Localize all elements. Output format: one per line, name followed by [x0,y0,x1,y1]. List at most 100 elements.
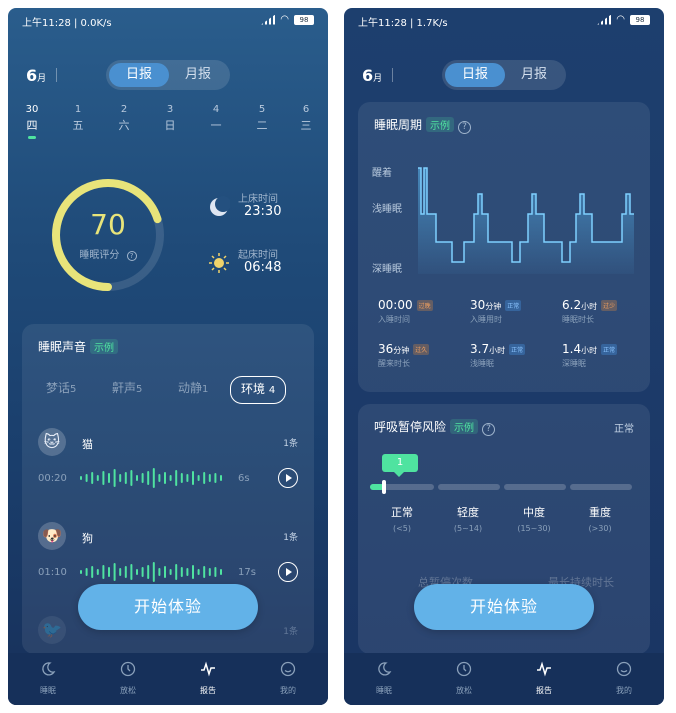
tab-daily[interactable]: 日报 [445,63,505,87]
tab-snore[interactable]: 鼾声5 [112,376,142,402]
waveform-bar [147,471,150,485]
nav-report[interactable]: 报告 [519,661,569,696]
waveform-bar [80,570,82,574]
status-time: 上午11:28 | 1.7K/s [358,18,448,29]
waveform-bar [108,567,110,577]
day-item[interactable]: 1五 [66,104,90,133]
sound-count: 1条 [283,627,298,637]
wifi-icon: ◠ [616,14,625,25]
day-item[interactable]: 30 四 [20,104,44,139]
waveform-bar [124,472,127,484]
day-item[interactable]: 4一 [204,104,228,133]
sound-timestamp: 00:20 [38,473,67,484]
tab-sleeptalk[interactable]: 梦话5 [46,376,76,402]
moon-icon [378,662,392,676]
bottom-nav: 睡眠 放松 报告 我的 [344,653,664,705]
card-title: 呼吸暂停风险 示例? [374,418,496,436]
status-badge: 正常 [509,344,526,355]
stat-awake-duration: 36分钟 过久 醒来时长 [378,342,430,368]
help-icon[interactable]: ? [482,423,496,436]
sound-tabs: 梦话5 鼾声5 动静1 环境 4 [34,376,302,404]
waveform-bar [186,474,189,482]
stat-light-sleep: 3.7小时 正常 浅睡眠 [470,342,526,368]
help-icon[interactable]: ? [458,121,472,134]
start-trial-button[interactable]: 开始体验 [414,584,594,630]
nav-mine[interactable]: 我的 [263,661,313,696]
play-button[interactable] [278,468,298,488]
day-item[interactable]: 2六 [112,104,136,133]
nav-relax[interactable]: 放松 [439,661,489,696]
pulse-icon [537,661,551,677]
risk-level-moderate: 中度 (15~30) [517,506,551,533]
tab-monthly[interactable]: 月报 [168,63,228,87]
tab-environment[interactable]: 环境 4 [230,376,287,404]
report-tabs: 日报 月报 [106,60,230,90]
waveform-bar [186,568,189,576]
waveform-bar [96,475,99,481]
sun-icon [209,253,229,273]
nav-mine[interactable]: 我的 [599,661,649,696]
waveform-bar [136,569,138,575]
waveform-bar [152,468,155,488]
tab-monthly[interactable]: 月报 [504,63,564,87]
nav-relax[interactable]: 放松 [103,661,153,696]
start-trial-button[interactable]: 开始体验 [78,584,258,630]
waveform-bar [124,566,127,578]
waveform-bar [192,471,194,485]
risk-marker [382,480,386,494]
waveform-bar [102,565,105,579]
relax-icon [456,661,472,677]
level-light: 浅睡眠 [372,204,402,215]
month-selector[interactable]: 6月 [362,66,382,85]
waveform-bar [214,567,217,577]
status-icons: ◠ 98 [597,14,650,25]
bedtime-value: 23:30 [244,204,282,219]
waveform-bar [119,474,122,482]
nav-sleep[interactable]: 睡眠 [359,661,409,696]
status-badge: 过久 [413,344,430,355]
sound-duration: 17s [238,567,256,578]
status-badge: 正常 [601,344,618,355]
cat-icon: 🐱 [38,428,66,456]
play-button[interactable] [278,562,298,582]
waveform-bar [164,472,166,484]
waveform-bar [152,562,155,582]
risk-segment [438,484,500,490]
waveform-bar [158,568,161,576]
waveform-bar [85,474,88,482]
status-icons: ◠ 98 [261,14,314,25]
report-header: 6月 日报 月报 [344,60,664,90]
day-item[interactable]: 5二 [250,104,274,133]
divider [392,68,393,82]
sound-count: 1条 [283,533,298,543]
waveform-bar [164,566,166,578]
wifi-icon: ◠ [280,14,289,25]
risk-segment [570,484,632,490]
report-header: 6月 日报 月报 [8,60,328,90]
waveform-bar [197,569,200,575]
day-item[interactable]: 3日 [158,104,182,133]
waveform-bar [85,568,88,576]
tab-daily[interactable]: 日报 [109,63,169,87]
waketime-label: 起床时间 [238,250,278,261]
waveform-bar [180,473,183,483]
risk-level-normal: 正常 (<5) [391,506,413,533]
bird-icon: 🐦 [38,616,66,644]
stat-deep-sleep: 1.4小时 正常 深睡眠 [562,342,618,368]
profile-icon [280,661,296,677]
waveform-bar [208,568,211,576]
sound-name: 狗 [82,532,93,545]
status-badge: 正常 [505,300,522,311]
moon-icon [42,662,56,676]
nav-sleep[interactable]: 睡眠 [23,661,73,696]
month-selector[interactable]: 6月 [26,66,46,85]
tab-movement[interactable]: 动静1 [178,376,208,402]
report-tabs: 日报 月报 [442,60,566,90]
waveform [80,562,222,582]
day-item[interactable]: 6三 [294,104,318,133]
card-title: 睡眠声音 示例 [38,338,119,355]
level-deep: 深睡眠 [372,264,402,275]
level-awake: 醒着 [372,168,392,179]
help-icon[interactable]: ? [126,251,137,261]
nav-report[interactable]: 报告 [183,661,233,696]
